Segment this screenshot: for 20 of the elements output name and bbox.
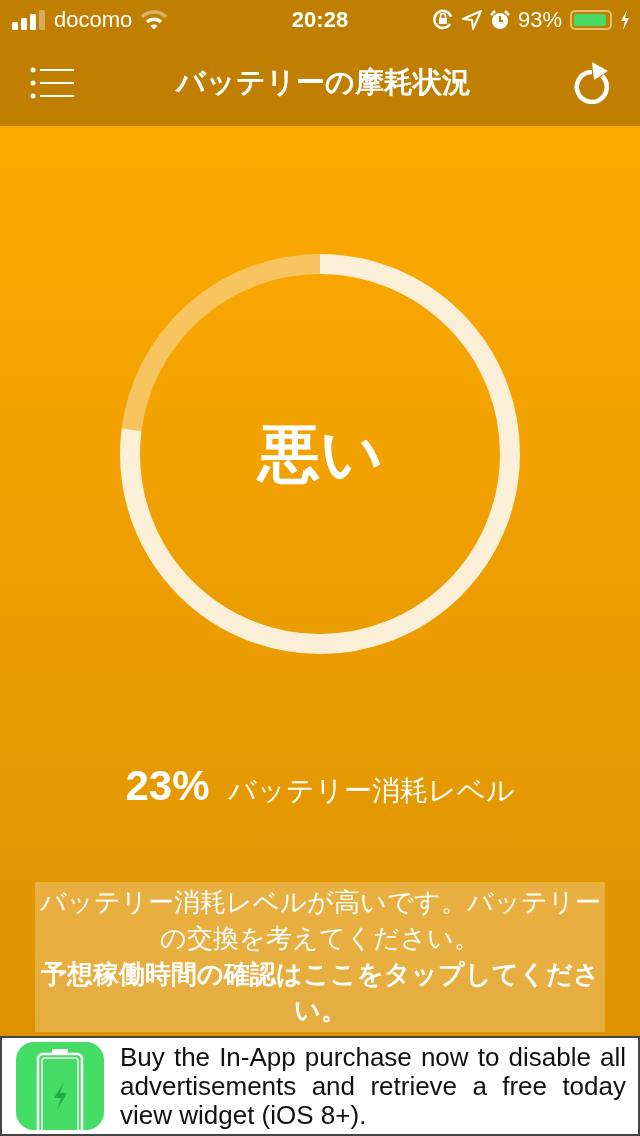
battery-percentage: 93% bbox=[517, 7, 562, 33]
carrier-name: docomo bbox=[54, 7, 133, 33]
menu-button[interactable] bbox=[30, 67, 74, 99]
battery-app-icon bbox=[16, 1042, 104, 1130]
rotation-lock-icon bbox=[431, 9, 454, 31]
signal-icon bbox=[12, 10, 46, 30]
ad-banner[interactable]: Buy the In-App purchase now to disable all advertisements and retrieve a free today view widget (iOS 8+). bbox=[0, 1036, 640, 1136]
charging-bolt-icon bbox=[620, 10, 630, 30]
battery-icon bbox=[570, 10, 612, 30]
advice-text: バッテリー消耗レベルが高いです。バッテリーの交換を考えてください。 bbox=[38, 886, 602, 955]
clock-time: 20:28 bbox=[291, 7, 349, 33]
wear-level-caption: バッテリー消耗レベル bbox=[227, 773, 515, 809]
condition-label: 悪い bbox=[257, 416, 383, 492]
refresh-button[interactable] bbox=[572, 62, 612, 104]
alarm-clock-icon bbox=[489, 10, 510, 30]
ad-text: Buy the In-App purchase now to disable all advertisements and retrieve a free today view widget (iOS 8+). bbox=[120, 1042, 626, 1130]
wifi-icon bbox=[140, 10, 169, 30]
wear-percentage: 23% bbox=[125, 762, 210, 810]
location-arrow-icon bbox=[461, 10, 482, 30]
screen-title: バッテリーの摩耗状況 bbox=[175, 64, 471, 101]
